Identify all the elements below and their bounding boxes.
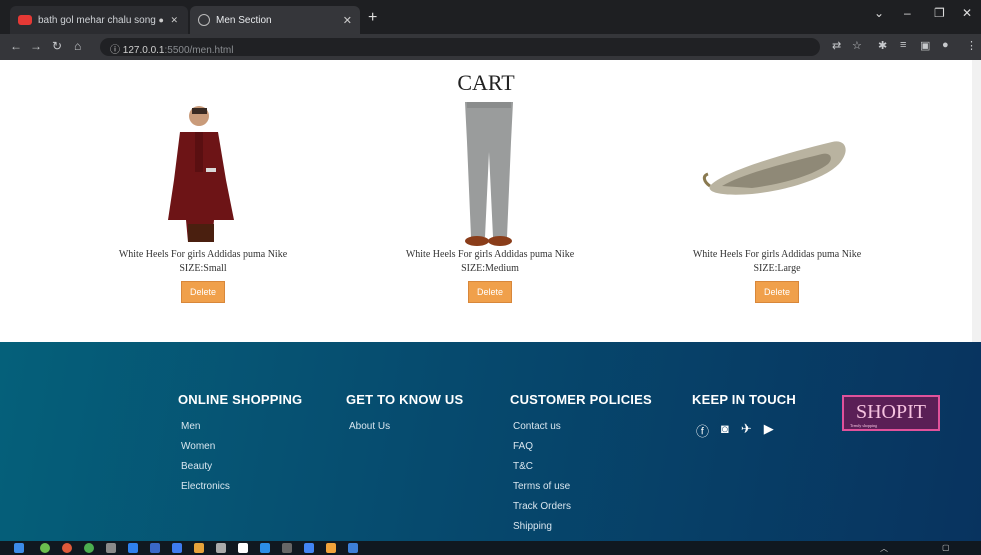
menu-icon[interactable]: ⋮: [966, 39, 977, 52]
site-footer: ONLINE SHOPPING Men Women Beauty Electro…: [0, 342, 981, 541]
taskbar-app-icon[interactable]: [326, 543, 336, 553]
footer-heading: CUSTOMER POLICIES: [510, 392, 652, 407]
footer-link-tc[interactable]: T&C: [513, 461, 652, 472]
product-image: [375, 102, 605, 247]
footer-heading: GET TO KNOW US: [346, 392, 464, 407]
shopit-logo[interactable]: SHOPIT Trendy shopping: [842, 395, 940, 431]
logo-tagline: Trendy shopping: [850, 423, 878, 428]
info-icon: ⓘ: [110, 45, 123, 56]
taskbar-app-icon[interactable]: [172, 543, 182, 553]
page-title: CART: [457, 70, 515, 95]
bookmark-star-icon[interactable]: ☆: [852, 39, 862, 52]
url-field[interactable]: ⓘ 127.0.0.1:5500/men.html: [100, 38, 820, 56]
youtube-icon[interactable]: ▶: [764, 421, 774, 440]
product-image: [662, 102, 892, 247]
footer-heading: KEEP IN TOUCH: [692, 392, 796, 407]
product-name: White Heels For girls Addidas puma Nike: [692, 249, 862, 260]
footer-link-about[interactable]: About Us: [349, 421, 463, 432]
windows-taskbar: ︿ ▢: [0, 541, 981, 555]
home-icon[interactable]: ⌂: [74, 39, 81, 53]
footer-customer-policies: CUSTOMER POLICIES Contact us FAQ T&C Ter…: [510, 392, 652, 541]
extension-icon[interactable]: ✱: [878, 39, 887, 52]
cart-item: White Heels For girls Addidas puma Nike …: [88, 102, 318, 303]
taskbar-app-icon[interactable]: [304, 543, 314, 553]
taskbar-app-icon[interactable]: [260, 543, 270, 553]
tab-audio-icon[interactable]: ● ✕: [159, 15, 180, 26]
taskbar-app-icon[interactable]: [150, 543, 160, 553]
product-size: SIZE:Medium: [461, 263, 519, 274]
product-image: [88, 102, 318, 247]
reading-list-icon[interactable]: ≡: [900, 39, 906, 51]
sidepanel-icon[interactable]: ▣: [920, 39, 930, 52]
address-bar-row: ← → ↻ ⌂ ⓘ 127.0.0.1:5500/men.html ⇄ ☆ ✱ …: [0, 34, 981, 60]
product-name: White Heels For girls Addidas puma Nike: [118, 249, 288, 260]
taskbar-app-icon[interactable]: [84, 543, 94, 553]
url-path: :5500/men.html: [164, 45, 234, 56]
cart-item: White Heels For girls Addidas puma Nike …: [375, 102, 605, 303]
taskbar-app-icon[interactable]: [216, 543, 226, 553]
tab-search-icon[interactable]: ⌄: [874, 6, 884, 20]
minimize-button[interactable]: –: [904, 6, 911, 20]
footer-link-women[interactable]: Women: [181, 441, 302, 452]
taskbar-app-icon[interactable]: [106, 543, 116, 553]
notification-icon[interactable]: ▢: [942, 543, 950, 552]
footer-link-shipping[interactable]: Shipping: [513, 521, 652, 532]
footer-link-contact[interactable]: Contact us: [513, 421, 652, 432]
close-icon[interactable]: ✕: [343, 14, 352, 27]
social-links: ⓕ ◙ ✈ ▶: [696, 421, 796, 440]
footer-link-terms[interactable]: Terms of use: [513, 481, 652, 492]
footer-link-men[interactable]: Men: [181, 421, 302, 432]
taskbar-app-icon[interactable]: [348, 543, 358, 553]
footer-online-shopping: ONLINE SHOPPING Men Women Beauty Electro…: [178, 392, 302, 501]
windows-start-icon[interactable]: [14, 543, 24, 553]
footer-link-electronics[interactable]: Electronics: [181, 481, 302, 492]
footer-keep-in-touch: KEEP IN TOUCH ⓕ ◙ ✈ ▶: [692, 392, 796, 440]
taskbar-app-icon[interactable]: [40, 543, 50, 553]
facebook-icon[interactable]: ⓕ: [696, 421, 709, 440]
tab-label: Men Section: [216, 14, 272, 26]
instagram-icon[interactable]: ◙: [721, 421, 729, 440]
footer-link-track[interactable]: Track Orders: [513, 501, 652, 512]
tab-label: bath gol mehar chalu song: [38, 14, 156, 26]
forward-icon[interactable]: →: [30, 39, 42, 53]
taskbar-app-icon[interactable]: [282, 543, 292, 553]
taskbar-app-icon[interactable]: [194, 543, 204, 553]
back-icon[interactable]: ←: [10, 39, 22, 53]
vertical-scrollbar[interactable]: [972, 60, 981, 342]
footer-link-faq[interactable]: FAQ: [513, 441, 652, 452]
profile-avatar-icon[interactable]: ●: [942, 39, 949, 51]
product-name: White Heels For girls Addidas puma Nike: [405, 249, 575, 260]
reload-icon[interactable]: ↻: [52, 39, 62, 53]
footer-know-us: GET TO KNOW US About Us: [346, 392, 463, 441]
logo-text: SHOPIT: [855, 401, 926, 423]
footer-heading: ONLINE SHOPPING: [178, 392, 303, 407]
taskbar-app-icon[interactable]: [128, 543, 138, 553]
page-content: CART White Heels For girls Addidas puma …: [0, 60, 972, 342]
taskbar-app-icon[interactable]: [238, 543, 248, 553]
browser-tab-bar: bath gol mehar chalu song ● ✕ Men Sectio…: [0, 0, 981, 34]
globe-icon: [198, 14, 210, 26]
translate-icon[interactable]: ⇄: [832, 39, 841, 52]
tab-men-section[interactable]: Men Section ✕: [190, 6, 360, 34]
maximize-button[interactable]: ❐: [934, 6, 945, 20]
delete-button[interactable]: Delete: [754, 281, 799, 303]
taskbar-app-icon[interactable]: [62, 543, 72, 553]
cart-item: White Heels For girls Addidas puma Nike …: [662, 102, 892, 303]
close-window-button[interactable]: ✕: [962, 6, 972, 20]
system-tray-icon[interactable]: ︿: [880, 543, 888, 554]
delete-button[interactable]: Delete: [467, 281, 512, 303]
product-size: SIZE:Small: [179, 263, 227, 274]
new-tab-button[interactable]: +: [368, 9, 377, 27]
url-host: 127.0.0.1: [122, 45, 165, 56]
product-size: SIZE:Large: [753, 263, 801, 274]
footer-link-beauty[interactable]: Beauty: [181, 461, 302, 472]
delete-button[interactable]: Delete: [180, 281, 225, 303]
tab-youtube[interactable]: bath gol mehar chalu song ● ✕: [10, 6, 188, 34]
youtube-icon: [18, 15, 32, 25]
twitter-icon[interactable]: ✈: [741, 421, 752, 440]
